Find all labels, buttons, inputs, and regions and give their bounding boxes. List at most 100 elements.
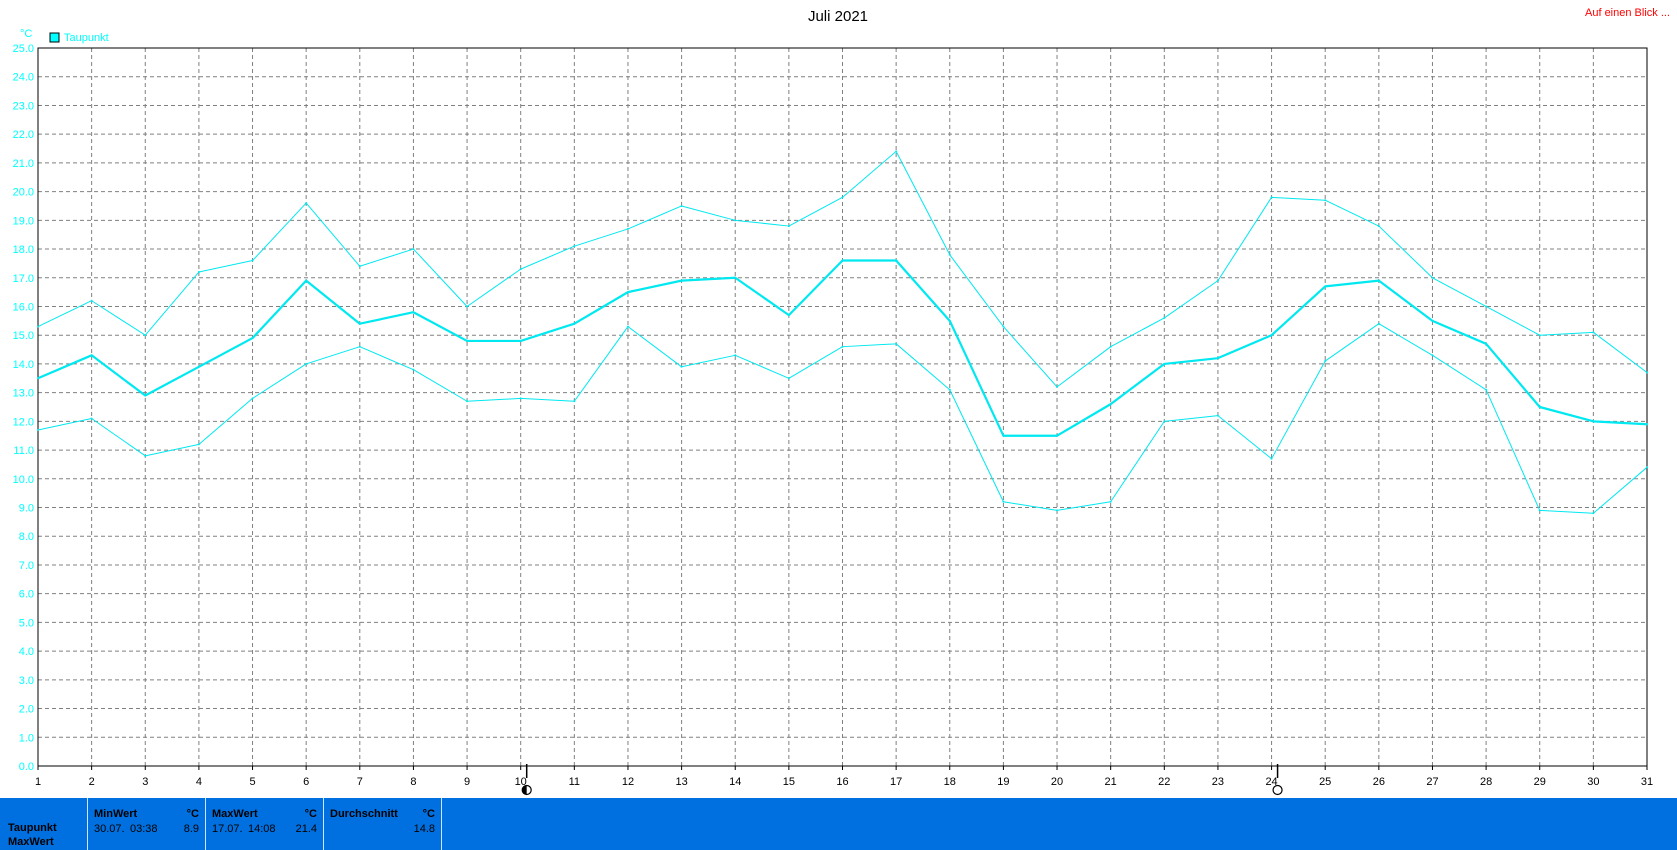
data-point-min	[1163, 420, 1166, 423]
stats-column-minwert: MinWert °C 30.07. 03:38 8.9	[88, 798, 206, 850]
data-point-max	[519, 268, 522, 271]
data-point-average	[680, 279, 683, 282]
y-tick-label: 17.0	[13, 273, 34, 285]
data-point-min	[626, 325, 629, 328]
legend-label-taupunkt: Taupunkt	[64, 32, 109, 44]
data-point-average	[1002, 434, 1005, 437]
x-tick-label: 1	[35, 776, 41, 788]
y-tick-label: 23.0	[13, 100, 34, 112]
data-point-max	[197, 271, 200, 274]
x-tick-label: 12	[622, 776, 634, 788]
data-point-max	[1538, 334, 1541, 337]
data-point-max	[1270, 196, 1273, 199]
stats-time-maxwert: 14:08	[248, 823, 276, 835]
y-tick-label: 9.0	[19, 503, 34, 515]
x-tick-label: 6	[303, 776, 309, 788]
data-point-max	[251, 259, 254, 262]
chart-grid	[38, 48, 1647, 766]
stats-row-label-maxwert: MaxWert	[8, 836, 54, 848]
data-point-min	[895, 342, 898, 345]
data-point-min	[1538, 509, 1541, 512]
x-tick-label: 15	[783, 776, 795, 788]
data-point-average	[1646, 423, 1648, 426]
data-point-average	[37, 377, 39, 380]
x-tick-label: 9	[464, 776, 470, 788]
data-point-average	[734, 276, 737, 279]
data-point-average	[412, 311, 415, 314]
stats-header-maxwert: MaxWert	[212, 808, 258, 820]
data-point-min	[1646, 466, 1648, 469]
data-point-average	[841, 259, 844, 262]
data-point-max	[734, 219, 737, 222]
data-point-average	[626, 291, 629, 294]
y-tick-label: 18.0	[13, 244, 34, 256]
stats-header-minwert: MinWert	[94, 808, 138, 820]
data-point-max	[358, 265, 361, 268]
data-point-min	[1485, 388, 1488, 391]
chart-title: Juli 2021	[808, 8, 868, 25]
y-tick-label: 1.0	[19, 732, 34, 744]
data-point-average	[197, 365, 200, 368]
auf-einen-blick-link[interactable]: Auf einen Blick ...	[1585, 7, 1670, 19]
data-point-average	[573, 322, 576, 325]
data-point-min	[1377, 322, 1380, 325]
data-point-max	[1485, 305, 1488, 308]
x-tick-label: 31	[1641, 776, 1653, 788]
data-point-max	[626, 227, 629, 230]
data-point-average	[895, 259, 898, 262]
data-point-min	[734, 354, 737, 357]
data-point-average	[144, 394, 147, 397]
x-tick-label: 30	[1587, 776, 1599, 788]
data-point-average	[1270, 334, 1273, 337]
data-point-min	[1002, 500, 1005, 503]
x-tick-label: 26	[1373, 776, 1385, 788]
stats-unit-maxwert: °C	[304, 808, 317, 820]
data-point-min	[90, 417, 93, 420]
x-tick-label: 28	[1480, 776, 1492, 788]
data-point-min	[466, 400, 469, 403]
x-tick-label: 5	[249, 776, 255, 788]
y-tick-label: 11.0	[13, 445, 34, 457]
statistics-panel: Taupunkt MaxWert MinWert °C 30.07. 03:38…	[0, 798, 1677, 850]
x-tick-label: 17	[890, 776, 902, 788]
data-point-max	[412, 248, 415, 251]
chart-axes: 0.01.02.03.04.05.06.07.08.09.010.011.012…	[13, 43, 1654, 788]
x-tick-label: 20	[1051, 776, 1063, 788]
data-point-average	[787, 314, 790, 317]
data-point-min	[144, 454, 147, 457]
data-point-max	[841, 196, 844, 199]
x-tick-label: 25	[1319, 776, 1331, 788]
y-tick-label: 4.0	[19, 646, 34, 658]
data-point-max	[787, 225, 790, 228]
data-point-min	[1056, 509, 1059, 512]
y-tick-label: 24.0	[13, 72, 34, 84]
x-tick-label: 29	[1534, 776, 1546, 788]
y-tick-label: 0.0	[19, 761, 34, 773]
data-point-max	[305, 202, 308, 205]
data-point-average	[305, 279, 308, 282]
stats-unit-durchschnitt: °C	[422, 808, 435, 820]
stats-time-minwert: 03:38	[130, 823, 158, 835]
data-point-max	[1056, 385, 1059, 388]
x-tick-label: 3	[142, 776, 148, 788]
y-tick-label: 7.0	[19, 560, 34, 572]
y-tick-label: 5.0	[19, 617, 34, 629]
y-tick-label: 10.0	[13, 474, 34, 486]
data-point-min	[1324, 360, 1327, 363]
x-tick-label: 16	[836, 776, 848, 788]
data-point-min	[680, 365, 683, 368]
x-tick-label: 14	[729, 776, 741, 788]
data-point-min	[787, 377, 790, 380]
x-tick-label: 7	[357, 776, 363, 788]
x-tick-label: 8	[410, 776, 416, 788]
y-tick-label: 15.0	[13, 330, 34, 342]
x-tick-label: 22	[1158, 776, 1170, 788]
y-tick-label: 12.0	[13, 416, 34, 428]
y-tick-label: 13.0	[13, 388, 34, 400]
dewpoint-chart: Juli 2021 Auf einen Blick ... °C Taupunk…	[13, 7, 1670, 796]
data-point-average	[1056, 434, 1059, 437]
data-point-max	[1324, 199, 1327, 202]
data-point-min	[412, 368, 415, 371]
stats-value-durchschnitt: 14.8	[413, 823, 435, 835]
stats-row-label-taupunkt: Taupunkt	[8, 822, 57, 834]
